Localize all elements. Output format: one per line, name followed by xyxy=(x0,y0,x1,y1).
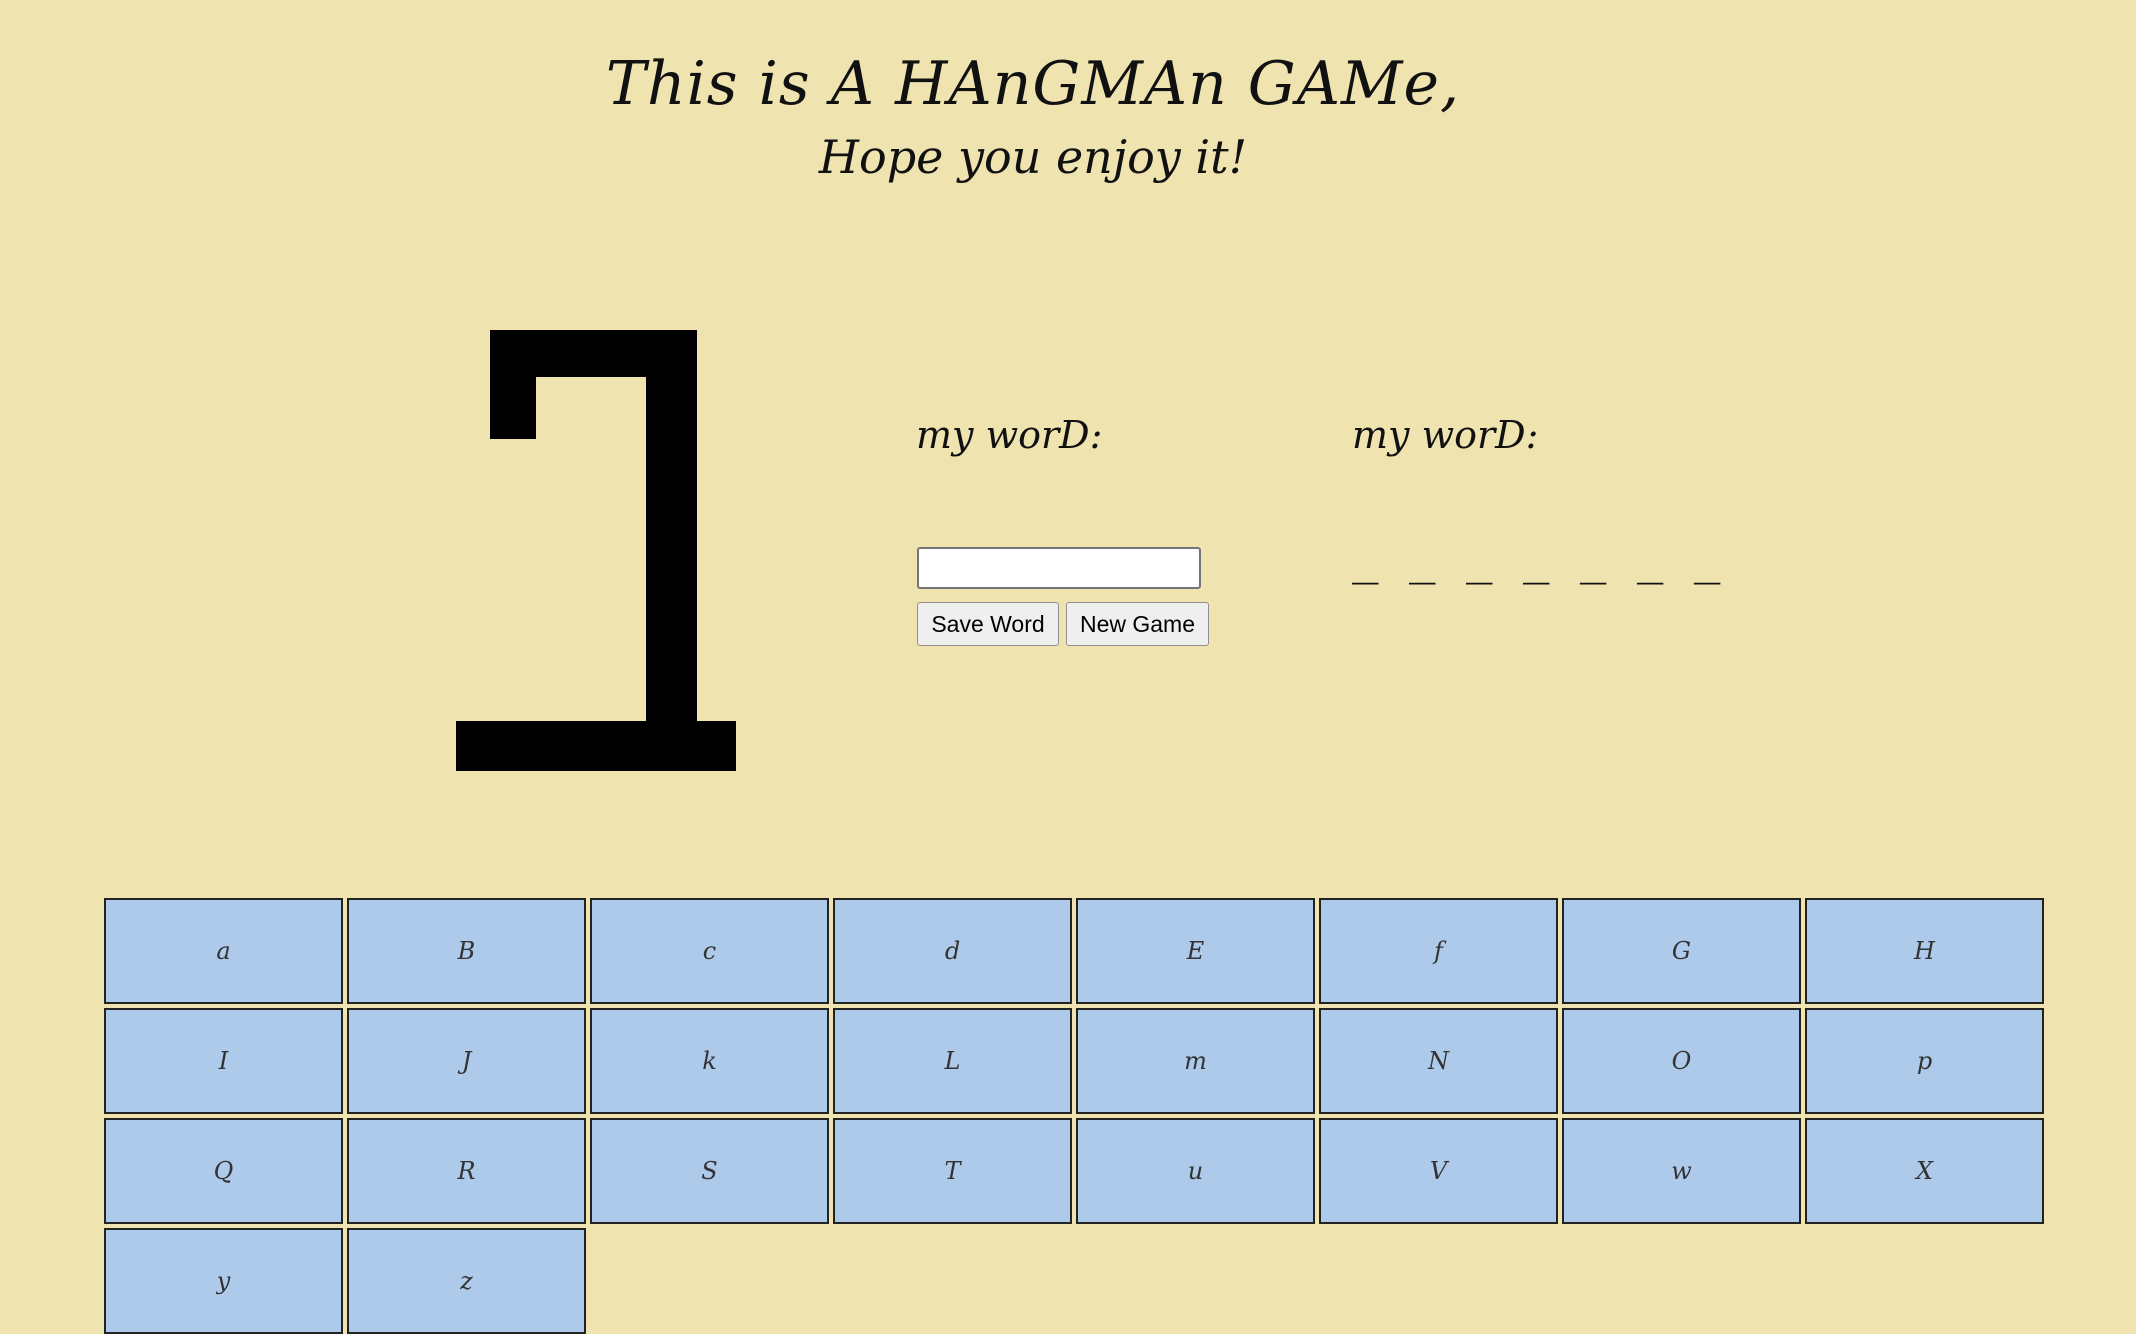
new-game-button[interactable]: New Game xyxy=(1066,602,1209,646)
letter-key-x[interactable]: X xyxy=(1805,1118,2044,1224)
letter-key-p[interactable]: p xyxy=(1805,1008,2044,1114)
letter-key-m[interactable]: m xyxy=(1076,1008,1315,1114)
letter-key-u[interactable]: u xyxy=(1076,1118,1315,1224)
letter-key-v[interactable]: V xyxy=(1319,1118,1558,1224)
letter-keyboard: aBcdEfGH IJkLmNOp QRSTuVwXyz xyxy=(104,898,2046,1334)
letter-key-s[interactable]: S xyxy=(590,1118,829,1224)
page-title: This is A HAnGMAn GAMe, xyxy=(605,49,1461,119)
setter-word-label: my worD: xyxy=(916,413,1103,457)
letter-key-t[interactable]: T xyxy=(833,1118,1072,1224)
letter-key-h[interactable]: H xyxy=(1805,898,2044,1004)
letter-key-l[interactable]: L xyxy=(833,1008,1072,1114)
letter-key-d[interactable]: d xyxy=(833,898,1072,1004)
gallows-base xyxy=(456,721,736,771)
letter-key-e[interactable]: E xyxy=(1076,898,1315,1004)
save-word-button[interactable]: Save Word xyxy=(917,602,1059,646)
letter-key-y[interactable]: y xyxy=(104,1228,343,1334)
letter-key-z[interactable]: z xyxy=(347,1228,586,1334)
hangman-gallows xyxy=(456,330,738,774)
gallows-post xyxy=(646,330,697,730)
letter-key-k[interactable]: k xyxy=(590,1008,829,1114)
letter-key-n[interactable]: N xyxy=(1319,1008,1558,1114)
letter-key-a[interactable]: a xyxy=(104,898,343,1004)
letter-key-b[interactable]: B xyxy=(347,898,586,1004)
letter-key-r[interactable]: R xyxy=(347,1118,586,1224)
page-subtitle: Hope you enjoy it! xyxy=(818,130,1248,184)
guesser-word-label: my worD: xyxy=(1352,413,1539,457)
word-blanks: _ _ _ _ _ _ _ xyxy=(1352,534,1723,585)
letter-key-o[interactable]: O xyxy=(1562,1008,1801,1114)
letter-key-g[interactable]: G xyxy=(1562,898,1801,1004)
letter-key-c[interactable]: c xyxy=(590,898,829,1004)
letter-key-w[interactable]: w xyxy=(1562,1118,1801,1224)
letter-key-j[interactable]: J xyxy=(347,1008,586,1114)
word-input[interactable] xyxy=(917,547,1201,589)
letter-key-i[interactable]: I xyxy=(104,1008,343,1114)
letter-key-f[interactable]: f xyxy=(1319,898,1558,1004)
letter-key-q[interactable]: Q xyxy=(104,1118,343,1224)
